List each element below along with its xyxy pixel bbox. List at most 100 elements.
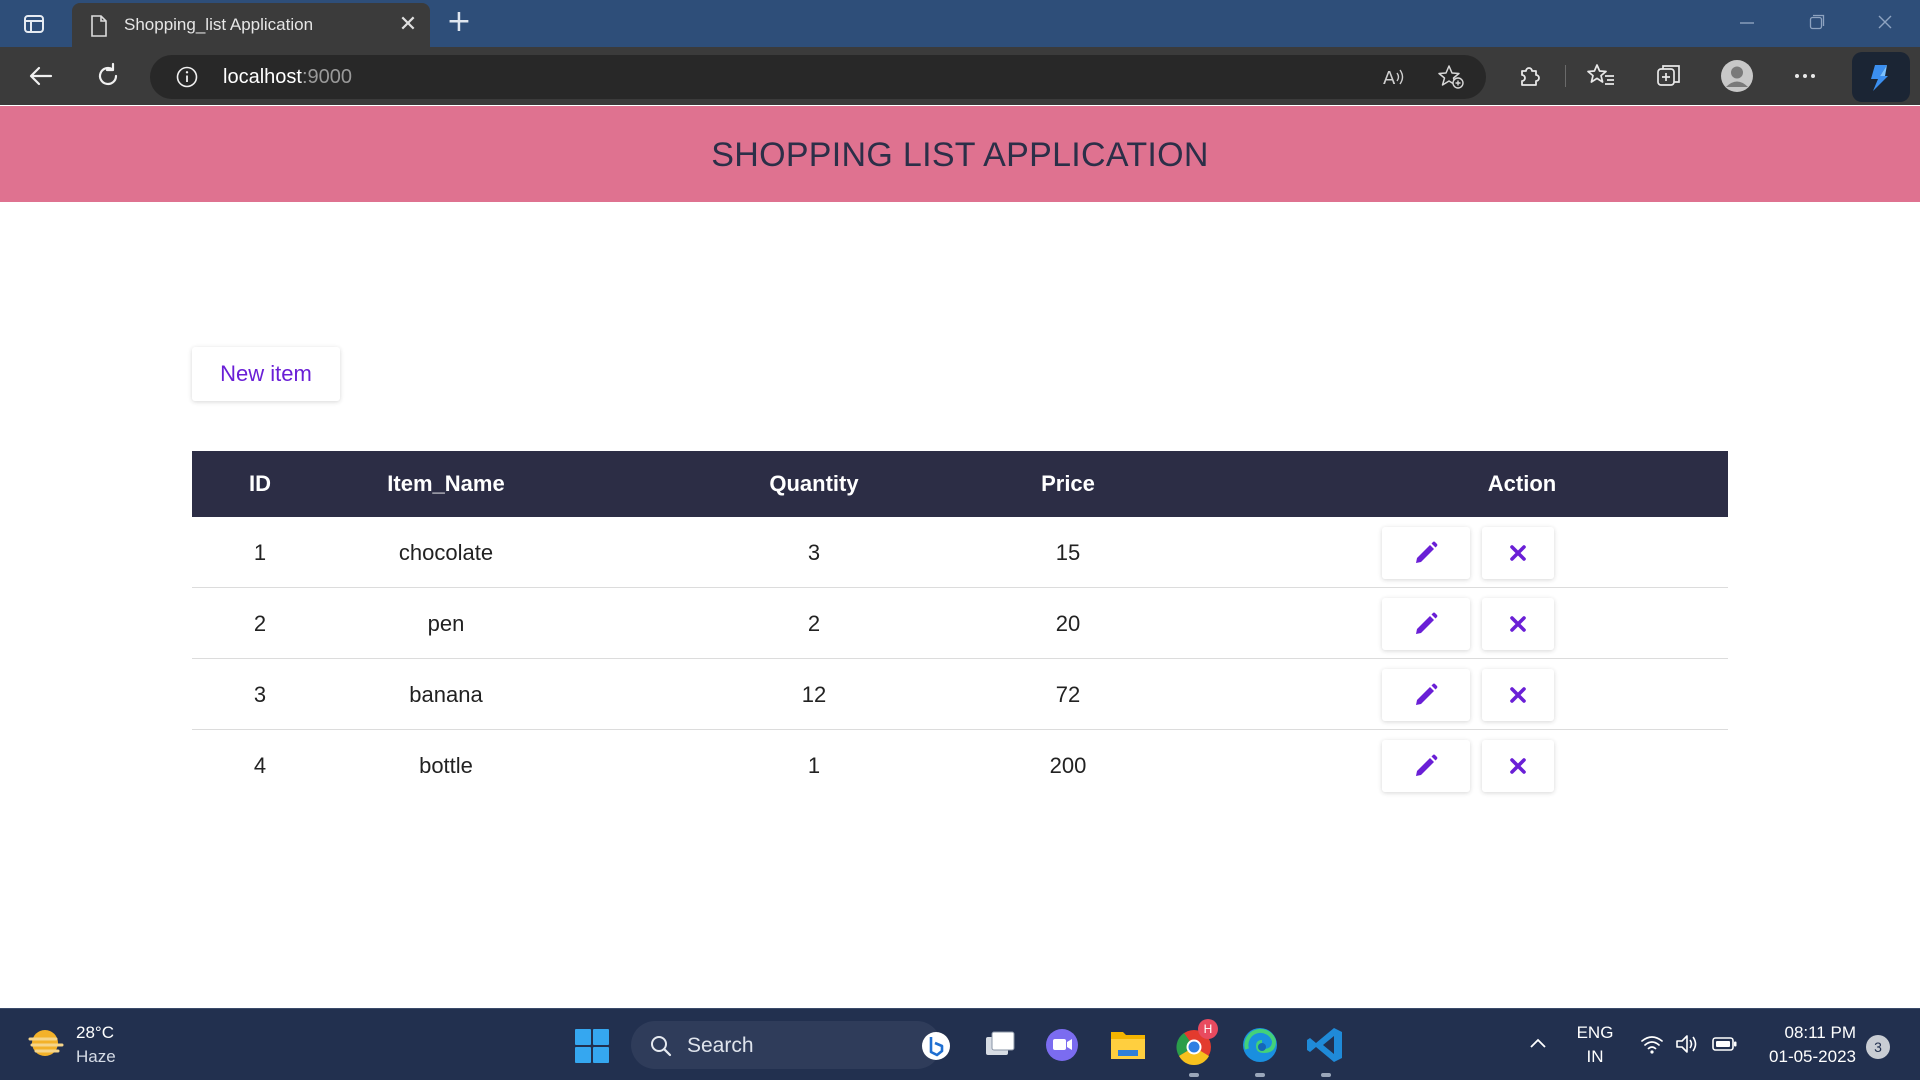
search-icon: [649, 1034, 673, 1062]
add-favorite-icon[interactable]: [1437, 64, 1465, 94]
delete-x-icon: [1510, 687, 1526, 703]
address-port: :9000: [301, 66, 352, 88]
cell-item-name: bottle: [419, 753, 473, 778]
site-info-icon[interactable]: [176, 66, 198, 88]
more-options-icon[interactable]: [1790, 61, 1820, 91]
pencil-icon: [1416, 683, 1438, 705]
tab-title: Shopping_list Application: [124, 15, 314, 34]
delete-button[interactable]: [1482, 598, 1554, 650]
chrome-profile-badge: H: [1198, 1019, 1218, 1039]
address-bar[interactable]: localhost:9000 A: [150, 55, 1486, 99]
cell-item-name: pen: [427, 611, 465, 636]
pencil-icon: [1416, 541, 1438, 563]
profile-avatar-icon[interactable]: [1721, 60, 1753, 92]
running-indicator: [1321, 1073, 1331, 1077]
column-header-item-name: Item_Name: [387, 471, 505, 496]
cell-id: 1: [253, 540, 267, 565]
delete-button[interactable]: [1482, 740, 1554, 792]
running-indicator: [1189, 1073, 1199, 1077]
delete-x-icon: [1510, 758, 1526, 774]
restore-icon[interactable]: [1802, 10, 1832, 36]
column-header-price: Price: [1041, 471, 1095, 496]
cell-quantity: 2: [807, 611, 821, 636]
tab-actions-icon[interactable]: [22, 12, 46, 36]
bing-icon[interactable]: [921, 1031, 951, 1065]
task-view-icon[interactable]: [978, 1023, 1022, 1067]
edit-button[interactable]: [1382, 598, 1470, 650]
volume-icon[interactable]: [1674, 1033, 1700, 1059]
clock-time[interactable]: 08:11 PM: [1756, 1023, 1856, 1043]
pencil-icon: [1416, 754, 1438, 776]
clock-date[interactable]: 01-05-2023: [1756, 1047, 1856, 1067]
cell-item-name: chocolate: [398, 540, 494, 565]
toolbar-divider: [1565, 65, 1566, 87]
column-header-quantity: Quantity: [769, 471, 859, 496]
page-document-icon: [90, 15, 108, 41]
cell-quantity: 12: [801, 682, 827, 707]
copilot-sidebar-icon[interactable]: [1852, 52, 1910, 102]
favorites-icon[interactable]: [1586, 61, 1616, 91]
address-host: localhost: [223, 66, 302, 88]
delete-button[interactable]: [1482, 669, 1554, 721]
running-indicator: [1255, 1073, 1265, 1077]
cell-price: 15: [1055, 540, 1081, 565]
cell-item-name: banana: [409, 682, 483, 707]
delete-x-icon: [1510, 545, 1526, 561]
minimize-icon[interactable]: [1732, 10, 1762, 36]
show-hidden-icons-chevron-icon[interactable]: [1528, 1034, 1548, 1058]
cell-id: 4: [253, 753, 267, 778]
table-header-row: ID Item_Name Quantity Price Action: [192, 451, 1728, 517]
column-header-action: Action: [1487, 471, 1557, 496]
cell-quantity: 1: [807, 753, 821, 778]
wifi-icon[interactable]: [1640, 1033, 1664, 1059]
language-indicator[interactable]: ENG: [1572, 1023, 1618, 1043]
cell-price: 200: [1049, 753, 1087, 778]
read-aloud-icon[interactable]: A: [1382, 65, 1408, 93]
chrome-icon[interactable]: H: [1172, 1019, 1218, 1077]
delete-button[interactable]: [1482, 527, 1554, 579]
refresh-icon[interactable]: [93, 61, 123, 91]
teams-chat-icon[interactable]: [1040, 1023, 1084, 1067]
notification-count-badge[interactable]: 3: [1866, 1035, 1890, 1059]
weather-temperature: 28°C: [76, 1023, 114, 1042]
back-arrow-icon[interactable]: [26, 61, 56, 91]
tab-close-icon[interactable]: ✕: [396, 13, 420, 37]
column-header-id: ID: [249, 471, 271, 496]
new-item-button[interactable]: New item: [192, 347, 340, 401]
delete-x-icon: [1510, 616, 1526, 632]
collections-icon[interactable]: [1654, 61, 1684, 91]
vscode-icon[interactable]: [1304, 1023, 1348, 1077]
search-label: Search: [687, 1034, 754, 1057]
cell-id: 2: [253, 611, 267, 636]
weather-description: Haze: [76, 1047, 116, 1066]
file-explorer-icon[interactable]: [1106, 1023, 1150, 1067]
address-url: localhost:9000: [223, 66, 352, 89]
taskbar-search-box[interactable]: Search: [631, 1021, 950, 1069]
extensions-icon[interactable]: [1514, 61, 1544, 91]
cell-quantity: 3: [807, 540, 821, 565]
page-title: SHOPPING LIST APPLICATION: [711, 136, 1209, 174]
windows-taskbar: 28°C Haze Search H ENG IN 08:11 PM 01-05…: [0, 1008, 1920, 1080]
edit-button[interactable]: [1382, 740, 1470, 792]
svg-text:A: A: [1383, 68, 1396, 89]
table-row: 2 pen 2 20: [192, 588, 1728, 659]
region-indicator[interactable]: IN: [1572, 1047, 1618, 1067]
browser-tabstrip: Shopping_list Application ✕ +: [0, 0, 1920, 47]
new-tab-button[interactable]: +: [444, 7, 474, 38]
edit-button[interactable]: [1382, 669, 1470, 721]
edge-icon[interactable]: [1238, 1023, 1282, 1077]
weather-haze-icon[interactable]: [28, 1026, 66, 1066]
table-row: 4 bottle 1 200: [192, 730, 1728, 801]
windows-start-icon[interactable]: [574, 1028, 610, 1064]
cell-price: 72: [1055, 682, 1081, 707]
cell-id: 3: [253, 682, 267, 707]
table-row: 1 chocolate 3 15: [192, 517, 1728, 588]
table-row: 3 banana 12 72: [192, 659, 1728, 730]
pencil-icon: [1416, 612, 1438, 634]
app-header-bar: SHOPPING LIST APPLICATION: [0, 106, 1920, 202]
close-window-icon[interactable]: [1870, 10, 1900, 36]
shopping-list-table: ID Item_Name Quantity Price Action 1 cho…: [192, 451, 1728, 801]
battery-icon[interactable]: [1712, 1035, 1738, 1057]
browser-tab-active[interactable]: Shopping_list Application ✕: [72, 3, 430, 47]
edit-button[interactable]: [1382, 527, 1470, 579]
